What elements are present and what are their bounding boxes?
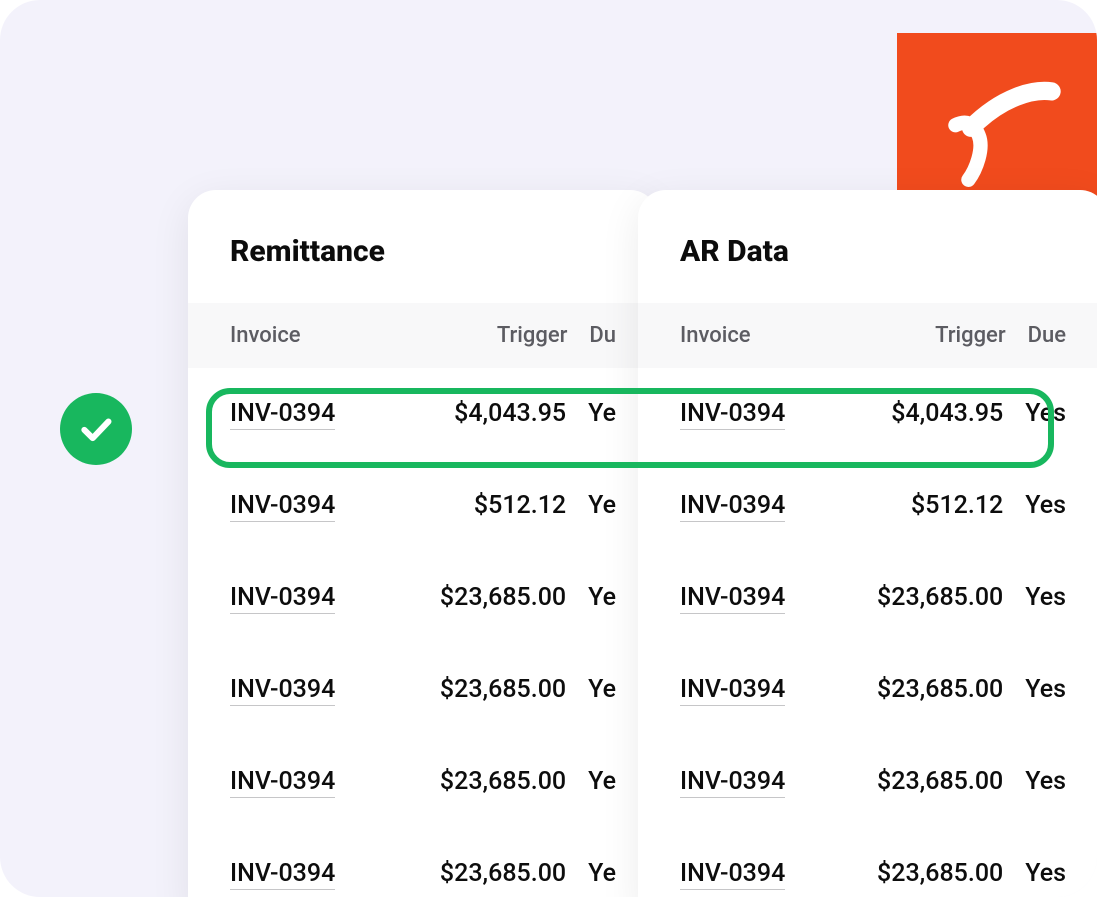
table-row[interactable]: INV-0394 $23,685.00 Ye [188, 736, 658, 828]
cell-invoice: INV-0394 [230, 399, 393, 428]
table-row[interactable]: INV-0394 $4,043.95 Yes [638, 368, 1097, 460]
remittance-header-row: Invoice Trigger Du [188, 303, 658, 368]
cell-due: Ye [566, 491, 616, 520]
cell-due: Yes [1003, 767, 1066, 796]
cell-trigger: $23,685.00 [836, 675, 1003, 704]
cell-trigger: $23,685.00 [836, 859, 1003, 888]
ardata-card: AR Data Invoice Trigger Due INV-0394 $4,… [638, 190, 1097, 897]
cell-due: Yes [1003, 491, 1066, 520]
cell-invoice: INV-0394 [230, 583, 393, 612]
match-check-badge [60, 393, 132, 465]
ardata-header-row: Invoice Trigger Due [638, 303, 1097, 368]
header-trigger: Trigger [837, 323, 1005, 348]
cell-trigger: $23,685.00 [393, 767, 567, 796]
canvas: Remittance Invoice Trigger Du INV-0394 $… [0, 0, 1097, 897]
cell-due: Yes [1003, 859, 1066, 888]
remittance-body: INV-0394 $4,043.95 Ye INV-0394 $512.12 Y… [188, 368, 658, 897]
cell-due: Ye [566, 767, 616, 796]
header-invoice: Invoice [230, 323, 393, 348]
cell-due: Yes [1003, 399, 1066, 428]
header-due: Du [567, 323, 616, 348]
table-row[interactable]: INV-0394 $512.12 Ye [188, 460, 658, 552]
cell-invoice: INV-0394 [230, 859, 393, 888]
cell-trigger: $23,685.00 [836, 767, 1003, 796]
cell-trigger: $4,043.95 [836, 399, 1003, 428]
table-row[interactable]: INV-0394 $23,685.00 Yes [638, 644, 1097, 736]
cell-trigger: $512.12 [393, 491, 567, 520]
cell-due: Yes [1003, 583, 1066, 612]
cell-trigger: $23,685.00 [393, 583, 567, 612]
header-invoice: Invoice [680, 323, 837, 348]
cell-due: Ye [566, 859, 616, 888]
cell-invoice: INV-0394 [680, 767, 836, 796]
cell-due: Yes [1003, 675, 1066, 704]
cell-invoice: INV-0394 [230, 491, 393, 520]
cell-trigger: $23,685.00 [393, 675, 567, 704]
payoneer-logo-icon [932, 68, 1062, 198]
table-row[interactable]: INV-0394 $23,685.00 Ye [188, 828, 658, 897]
ardata-body: INV-0394 $4,043.95 Yes INV-0394 $512.12 … [638, 368, 1097, 897]
cell-invoice: INV-0394 [680, 859, 836, 888]
table-row[interactable]: INV-0394 $23,685.00 Yes [638, 736, 1097, 828]
table-row[interactable]: INV-0394 $23,685.00 Ye [188, 552, 658, 644]
cell-due: Ye [566, 583, 616, 612]
cell-trigger: $4,043.95 [393, 399, 567, 428]
cell-trigger: $23,685.00 [836, 583, 1003, 612]
table-row[interactable]: INV-0394 $23,685.00 Ye [188, 644, 658, 736]
check-icon [76, 409, 116, 449]
remittance-title: Remittance [188, 190, 658, 303]
cell-invoice: INV-0394 [680, 583, 836, 612]
table-row[interactable]: INV-0394 $4,043.95 Ye [188, 368, 658, 460]
cell-invoice: INV-0394 [680, 491, 836, 520]
header-trigger: Trigger [393, 323, 567, 348]
header-due: Due [1006, 323, 1066, 348]
table-row[interactable]: INV-0394 $512.12 Yes [638, 460, 1097, 552]
cell-trigger: $23,685.00 [393, 859, 567, 888]
cell-invoice: INV-0394 [230, 767, 393, 796]
remittance-card: Remittance Invoice Trigger Du INV-0394 $… [188, 190, 658, 897]
cell-invoice: INV-0394 [230, 675, 393, 704]
table-row[interactable]: INV-0394 $23,685.00 Yes [638, 828, 1097, 897]
cell-invoice: INV-0394 [680, 399, 836, 428]
ardata-title: AR Data [638, 190, 1097, 303]
cell-due: Ye [566, 399, 616, 428]
cell-invoice: INV-0394 [680, 675, 836, 704]
cell-due: Ye [566, 675, 616, 704]
cell-trigger: $512.12 [836, 491, 1003, 520]
table-row[interactable]: INV-0394 $23,685.00 Yes [638, 552, 1097, 644]
